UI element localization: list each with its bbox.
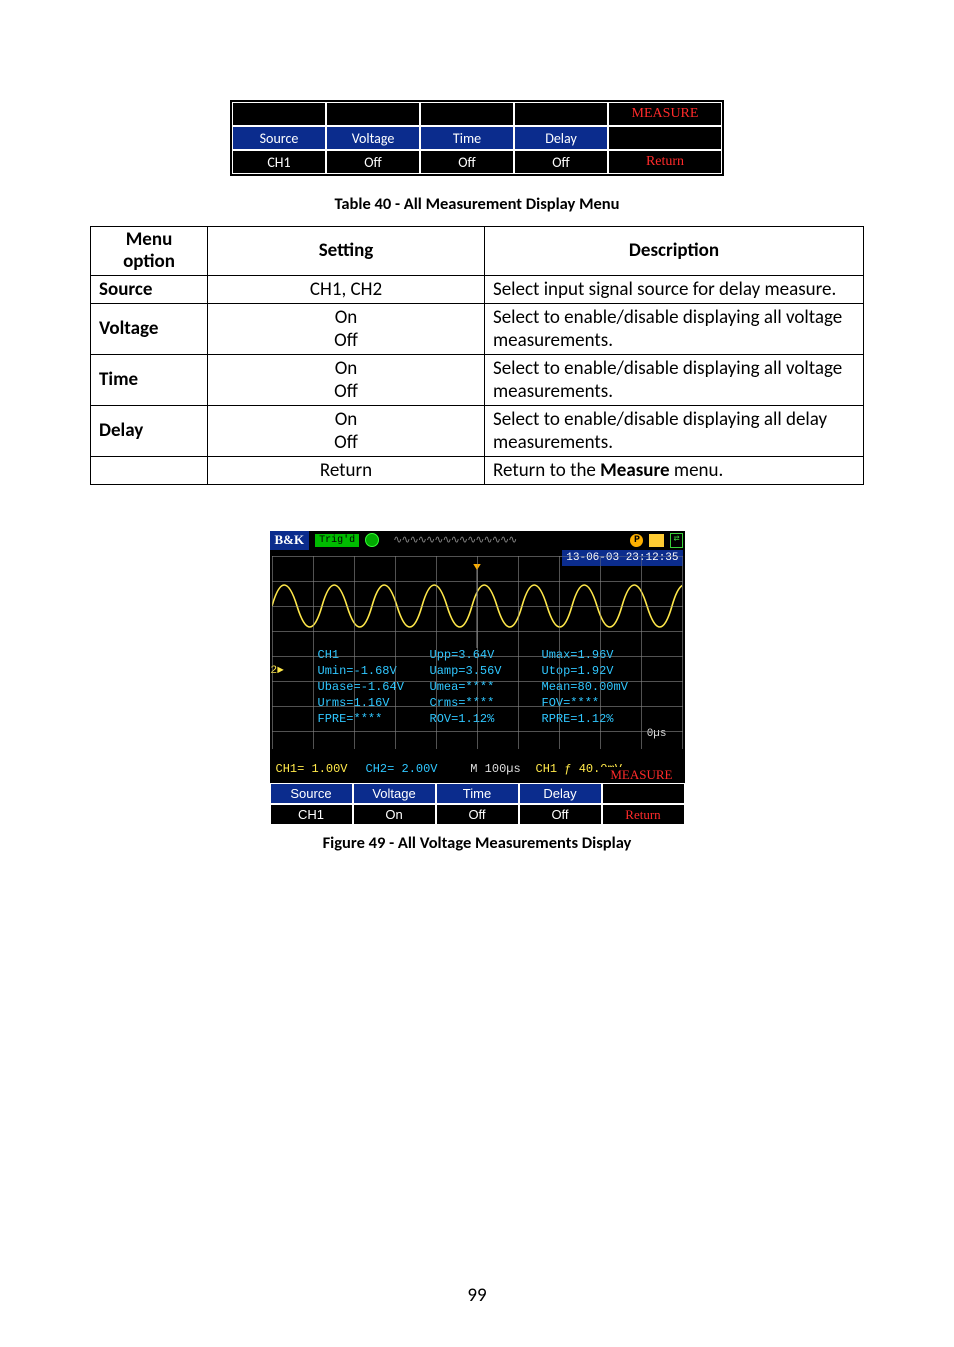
blank-cell bbox=[326, 102, 420, 126]
run-indicator-icon bbox=[365, 533, 379, 547]
softkey-value-delay: Off bbox=[519, 804, 602, 825]
page-number: 99 bbox=[0, 1284, 954, 1307]
table-row: Delay OnOff Select to enable/disable dis… bbox=[91, 405, 864, 456]
row-setting: OnOff bbox=[208, 303, 485, 354]
softkey-header-voltage: Voltage bbox=[353, 783, 436, 804]
th-description: Description bbox=[485, 227, 864, 276]
blank-cell bbox=[420, 102, 514, 126]
storage-icon bbox=[649, 534, 664, 547]
blank-cell bbox=[514, 102, 608, 126]
col-header-source: Source bbox=[232, 126, 326, 150]
row-setting: OnOff bbox=[208, 354, 485, 405]
th-setting: Setting bbox=[208, 227, 485, 276]
table-row: Voltage OnOff Select to enable/disable d… bbox=[91, 303, 864, 354]
waveform-trace bbox=[272, 564, 682, 648]
measure-mode-label: MEASURE bbox=[600, 767, 682, 783]
return-label: Return bbox=[608, 150, 722, 174]
meas-value: FOV=**** bbox=[542, 696, 662, 710]
connection-icon: ⇄ bbox=[670, 533, 682, 548]
table-caption: Table 40 - All Measurement Display Menu bbox=[90, 194, 864, 214]
row-option: Source bbox=[91, 275, 208, 303]
row-desc: Select input signal source for delay mea… bbox=[485, 275, 864, 303]
row-desc: Select to enable/disable displaying all … bbox=[485, 405, 864, 456]
scope-display: 13-06-03 23:12:35 2► CH1 Upp=3.64V Umax=… bbox=[270, 550, 685, 755]
col-header-delay: Delay bbox=[514, 126, 608, 150]
meas-value: Crms=**** bbox=[430, 696, 542, 710]
softkey-return: Return bbox=[602, 804, 685, 825]
ch2-scale: CH2= 2.00V bbox=[366, 762, 456, 776]
softkey-value-voltage: On bbox=[353, 804, 436, 825]
trigger-status: Trig'd bbox=[315, 534, 359, 547]
meas-value: Uamp=3.56V bbox=[430, 664, 542, 678]
cursor-time: 0µs bbox=[647, 728, 667, 740]
meas-value: ROV=1.12% bbox=[430, 712, 542, 726]
meas-value: Urms=1.16V bbox=[318, 696, 430, 710]
th-menu-option: Menuoption bbox=[91, 227, 208, 276]
softkey-value-source: CH1 bbox=[270, 804, 353, 825]
scope-softkey-menu: Source Voltage Time Delay CH1 On Off Off… bbox=[270, 783, 685, 825]
channel-marker: 2► bbox=[271, 665, 284, 677]
brand-logo: B&K bbox=[270, 531, 310, 550]
meas-value: Mean=80.00mV bbox=[542, 680, 662, 694]
blank-cell bbox=[608, 126, 722, 150]
row-desc: Select to enable/disable displaying all … bbox=[485, 354, 864, 405]
val-delay: Off bbox=[514, 150, 608, 174]
val-time: Off bbox=[420, 150, 514, 174]
p-indicator-icon: P bbox=[630, 534, 643, 547]
meas-value: Upp=3.64V bbox=[430, 648, 542, 662]
row-desc: Return to the Measure menu. bbox=[485, 456, 864, 484]
softkey-header-source: Source bbox=[270, 783, 353, 804]
row-option: Voltage bbox=[91, 303, 208, 354]
blank-cell bbox=[232, 102, 326, 126]
col-header-voltage: Voltage bbox=[326, 126, 420, 150]
meas-value: FPRE=**** bbox=[318, 712, 430, 726]
waveform-preview-icon: ∿∿∿∿∿∿∿∿∿∿∿∿∿∿∿ bbox=[393, 533, 516, 547]
meas-value: Ubase=-1.64V bbox=[318, 680, 430, 694]
timebase: M 100µs bbox=[456, 762, 536, 776]
row-option: Delay bbox=[91, 405, 208, 456]
row-option bbox=[91, 456, 208, 484]
measurement-menu-table: Menuoption Setting Description Source CH… bbox=[90, 226, 864, 485]
table-row: Time OnOff Select to enable/disable disp… bbox=[91, 354, 864, 405]
row-setting: Return bbox=[208, 456, 485, 484]
row-setting: OnOff bbox=[208, 405, 485, 456]
meas-value: Umea=**** bbox=[430, 680, 542, 694]
measurement-readouts: Upp=3.64V Umax=1.96V Umin=-1.68V Uamp=3.… bbox=[318, 648, 662, 726]
table-row: Source CH1, CH2 Select input signal sour… bbox=[91, 275, 864, 303]
row-desc: Select to enable/disable displaying all … bbox=[485, 303, 864, 354]
row-option: Time bbox=[91, 354, 208, 405]
scope-status-bar: CH1= 1.00V CH2= 2.00V M 100µs CH1 ƒ 40.0… bbox=[270, 755, 685, 783]
meas-value: RPRE=1.12% bbox=[542, 712, 662, 726]
meas-value: Utop=1.92V bbox=[542, 664, 662, 678]
col-header-time: Time bbox=[420, 126, 514, 150]
row-setting: CH1, CH2 bbox=[208, 275, 485, 303]
softkey-header-time: Time bbox=[436, 783, 519, 804]
meas-value: Umax=1.96V bbox=[542, 648, 662, 662]
meas-value: Umin=-1.68V bbox=[318, 664, 430, 678]
softkey-header-delay: Delay bbox=[519, 783, 602, 804]
val-voltage: Off bbox=[326, 150, 420, 174]
figure-caption: Figure 49 - All Voltage Measurements Dis… bbox=[90, 833, 864, 853]
oscilloscope-screenshot: B&K Trig'd ∿∿∿∿∿∿∿∿∿∿∿∿∿∿∿ P ⇄ 13-06-03 … bbox=[270, 531, 685, 825]
val-source: CH1 bbox=[232, 150, 326, 174]
top-menu-figure: MEASURE Source Voltage Time Delay CH1 Of… bbox=[90, 100, 864, 176]
table-row: Return Return to the Measure menu. bbox=[91, 456, 864, 484]
datetime-label: 13-06-03 23:12:35 bbox=[562, 550, 682, 566]
measure-label: MEASURE bbox=[608, 102, 722, 126]
blank-cell bbox=[602, 783, 685, 804]
softkey-value-time: Off bbox=[436, 804, 519, 825]
ch1-scale: CH1= 1.00V bbox=[276, 762, 366, 776]
